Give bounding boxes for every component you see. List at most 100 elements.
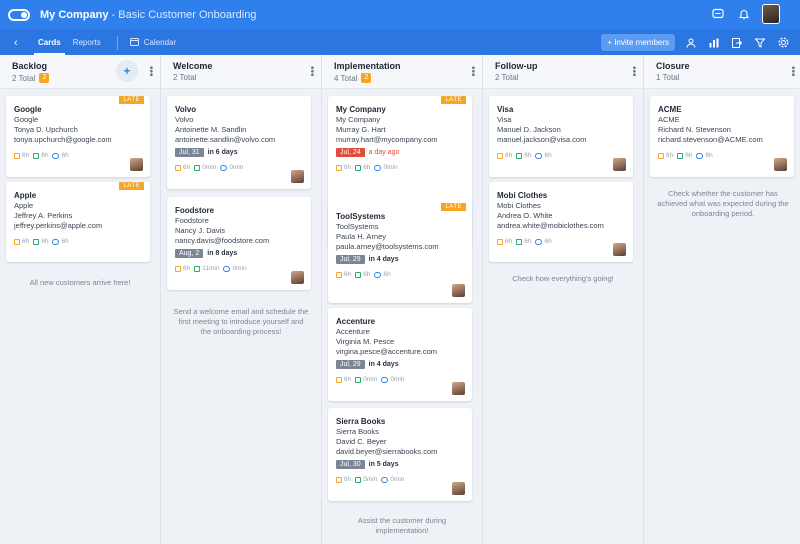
card-title: My Company [336,105,386,114]
card-volvo[interactable]: Volvo Volvo Antoinette M. Sandlin antoin… [167,96,311,189]
column-total-label: 2 Total [173,73,197,82]
recurring-value: 6h [705,152,713,159]
card-company: Accenture [336,327,370,336]
card-meta: 6h 0min 0min [336,376,464,383]
user-avatar[interactable] [762,4,780,24]
filter-icon[interactable] [753,36,767,50]
late-badge: LATE [119,182,144,190]
estimate-icon [175,164,181,171]
due-date-label: a day ago [368,149,400,156]
card-meta: 6h 6h 6h [497,152,625,159]
assignee-avatar[interactable] [613,158,626,171]
column-menu-icon[interactable]: ••• [467,66,478,77]
card-google[interactable]: LATE Google Google Tonya D. Upchurch ton… [6,96,150,177]
checklist-value: 6h [685,152,693,159]
card-acme[interactable]: ACME ACME Richard N. Stevenson richard.s… [650,96,794,177]
recurring-icon [381,476,389,483]
assignee-avatar[interactable] [452,382,465,395]
recurring-value: 0min [390,476,405,483]
due-date-badge: Jul, 31 [175,148,204,157]
card-company: Foodstore [175,216,209,225]
column-backlog: Backlog 2 Total 2 + ••• LATE Google Googl… [0,55,161,544]
column-note: Check how everything's going! [512,274,614,283]
column-note: Check whether the customer has achieved … [657,189,789,218]
late-badge: LATE [119,96,144,104]
checklist-icon [355,376,362,383]
recurring-icon [52,238,60,245]
card-contact: Antoinette M. Sandlin [175,125,247,134]
tab-reports[interactable]: Reports [73,30,101,55]
add-card-button[interactable]: + [116,60,138,82]
card-meta: 6h 6h 6h [658,152,786,159]
card-apple[interactable]: LATE Apple Apple Jeffrey A. Perkins jeff… [6,182,150,262]
late-badge: LATE [441,203,466,211]
column-menu-icon[interactable]: ••• [145,66,156,77]
card-title: Accenture [336,317,376,326]
due-date-label: in 4 days [368,256,399,263]
assignee-avatar[interactable] [130,158,143,171]
assignee-avatar[interactable] [452,284,465,297]
checklist-value: 0min [202,164,217,171]
card-company: Google [14,115,39,124]
due-date: Jul, 30 in 5 days [336,460,464,469]
column-menu-icon[interactable]: ••• [787,66,798,77]
tab-calendar[interactable]: Calendar [129,37,176,48]
column-note: Send a welcome email and schedule the fi… [173,307,309,336]
board-nav-bar: ‹ Cards Reports Calendar + Invite member… [0,30,800,55]
card-visa[interactable]: Visa Visa Manuel D. Jackson manuel.jacks… [489,96,633,177]
due-date-badge: Jul, 24 [336,148,365,157]
assignee-avatar[interactable] [774,158,787,171]
assignee-avatar[interactable] [613,243,626,256]
column-menu-icon[interactable]: ••• [306,66,317,77]
due-date-label: in 8 days [207,250,238,257]
estimate-value: 6h [183,164,191,171]
card-title: Visa [497,105,514,114]
due-date: Jul, 31 in 6 days [175,148,303,157]
checklist-value: 6h [524,238,532,245]
card-email: paula.arney@toolsystems.com [336,242,439,251]
checklist-icon [33,152,40,159]
card-meta: 6h 6h 6h [14,238,142,245]
card-email: richard.stevenson@ACME.com [658,135,763,144]
estimate-icon [497,238,503,245]
estimate-value: 6h [344,376,352,383]
card-title: ACME [658,105,682,114]
checklist-value: 0min [363,376,378,383]
app-logo-icon[interactable] [8,9,30,21]
bell-icon[interactable] [736,6,752,22]
card-email: andrea.white@mobiclothes.com [497,221,604,230]
card-foodstore[interactable]: Foodstore Foodstore Nancy J. Davis nancy… [167,197,311,290]
column-title: Closure [656,61,690,71]
card-accenture[interactable]: Accenture Accenture Virginia M. Pesce vi… [328,308,472,401]
title-separator: - [108,9,119,21]
assignee-avatar[interactable] [291,170,304,183]
chat-icon[interactable] [710,6,726,22]
card-title: ToolSystems [336,212,386,221]
due-date-label: in 4 days [368,361,399,368]
due-date-label: in 5 days [368,461,399,468]
bar-chart-icon[interactable] [707,36,721,50]
checklist-value: 6h [41,238,49,245]
gear-icon[interactable] [776,36,790,50]
back-arrow-icon[interactable]: ‹ [14,37,26,49]
due-date: Jul, 24 a day ago [336,148,464,157]
column-menu-icon[interactable]: ••• [628,66,639,77]
checklist-value: 6h [363,164,371,171]
export-icon[interactable] [730,36,744,50]
recurring-icon [374,271,382,278]
card-contact: Jeffrey A. Perkins [14,211,73,220]
assignee-avatar[interactable] [452,482,465,495]
invite-members-button[interactable]: + Invite members [601,34,675,51]
card-contact: Virginia M. Pesce [336,337,395,346]
checklist-icon [516,238,523,245]
assignee-avatar[interactable] [291,271,304,284]
checklist-icon [355,164,362,171]
user-icon[interactable] [684,36,698,50]
tab-cards[interactable]: Cards [34,30,65,55]
card-mobi-clothes[interactable]: Mobi Clothes Mobi Clothes Andrea O. Whit… [489,182,633,262]
column-title: Implementation [334,61,401,71]
late-count-badge: 2 [361,73,372,83]
card-toolsystems[interactable]: LATE ToolSystems ToolSystems Paula H. Ar… [328,203,472,303]
card-sierra-books[interactable]: Sierra Books Sierra Books David C. Beyer… [328,408,472,501]
recurring-icon [52,152,60,159]
